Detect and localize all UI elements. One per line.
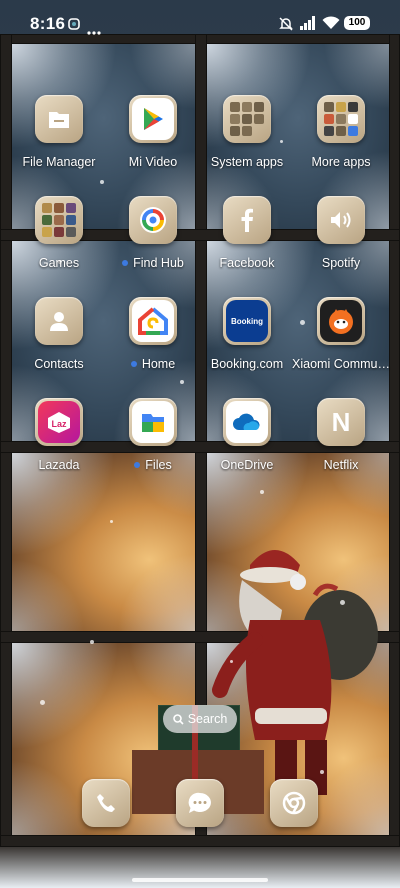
window-pane bbox=[12, 453, 195, 631]
app-label: Home bbox=[103, 357, 203, 371]
home-indicator[interactable] bbox=[132, 878, 268, 882]
new-install-dot bbox=[130, 361, 137, 367]
mute-icon bbox=[278, 16, 294, 37]
app-spotify[interactable]: Spotify bbox=[291, 196, 391, 270]
folder-system-apps[interactable]: System apps bbox=[197, 95, 297, 169]
xiaomi-community-icon bbox=[320, 300, 362, 342]
app-label: System apps bbox=[210, 155, 284, 169]
app-xiaomi-community[interactable]: Xiaomi Commu… bbox=[291, 297, 391, 371]
app-label: Netflix bbox=[323, 458, 359, 472]
mi-video-icon bbox=[132, 98, 174, 140]
app-notification-icon bbox=[68, 17, 80, 35]
search-label: Search bbox=[187, 712, 228, 726]
app-label: Contacts bbox=[34, 357, 84, 371]
google-home-icon bbox=[132, 300, 174, 342]
wifi-icon bbox=[322, 16, 340, 35]
app-mi-video[interactable]: Mi Video bbox=[103, 95, 203, 169]
app-lazada[interactable]: Laz Lazada bbox=[9, 398, 109, 472]
lazada-icon: Laz bbox=[38, 401, 80, 443]
app-label: Xiaomi Commu… bbox=[292, 357, 390, 371]
folder-icon bbox=[226, 98, 268, 140]
new-install-dot bbox=[134, 462, 141, 468]
app-label: Facebook bbox=[219, 256, 275, 270]
app-label: Spotify bbox=[321, 256, 361, 270]
dock-chrome[interactable] bbox=[270, 779, 318, 827]
app-label: Files bbox=[103, 458, 203, 472]
booking-icon: Booking bbox=[226, 300, 268, 342]
messages-icon bbox=[188, 792, 211, 813]
app-label: Booking.com bbox=[210, 357, 284, 371]
app-find-hub[interactable]: Find Hub bbox=[103, 196, 203, 270]
app-label: Find Hub bbox=[103, 256, 203, 270]
app-onedrive[interactable]: OneDrive bbox=[197, 398, 297, 472]
folder-icon bbox=[320, 98, 362, 140]
clock: 8:16 bbox=[30, 14, 66, 33]
contacts-icon bbox=[38, 300, 80, 342]
facebook-icon bbox=[226, 199, 268, 241]
app-files[interactable]: Files bbox=[103, 398, 203, 472]
app-label: File Manager bbox=[22, 155, 96, 169]
app-label: Mi Video bbox=[128, 155, 178, 169]
svg-text:Laz: Laz bbox=[51, 419, 67, 429]
search-icon bbox=[172, 713, 184, 725]
dock-messages[interactable] bbox=[176, 779, 224, 827]
status-bar: 8:16 100 bbox=[0, 0, 400, 48]
app-home[interactable]: Home bbox=[103, 297, 203, 371]
app-contacts[interactable]: Contacts bbox=[9, 297, 109, 371]
dock-phone[interactable] bbox=[82, 779, 130, 827]
app-label: Games bbox=[38, 256, 80, 270]
app-label: OneDrive bbox=[220, 458, 274, 472]
app-label: More apps bbox=[311, 155, 371, 169]
signal-icon bbox=[300, 16, 316, 35]
new-install-dot bbox=[122, 260, 129, 266]
spotify-icon bbox=[320, 199, 362, 241]
app-booking[interactable]: Booking Booking.com bbox=[197, 297, 297, 371]
app-label: Lazada bbox=[38, 458, 80, 472]
files-icon bbox=[132, 401, 174, 443]
folder-icon bbox=[38, 199, 80, 241]
search-button[interactable]: Search bbox=[163, 705, 237, 733]
folder-games[interactable]: Games bbox=[9, 196, 109, 270]
netflix-icon: N bbox=[331, 406, 351, 437]
chrome-icon bbox=[282, 791, 306, 815]
phone-icon bbox=[97, 794, 115, 812]
battery-icon: 100 bbox=[344, 16, 370, 30]
folder-more-apps[interactable]: More apps bbox=[291, 95, 391, 169]
more-dots-icon bbox=[87, 22, 101, 40]
app-facebook[interactable]: Facebook bbox=[197, 196, 297, 270]
find-hub-icon bbox=[132, 199, 174, 241]
file-manager-icon bbox=[38, 98, 80, 140]
onedrive-icon bbox=[226, 401, 268, 443]
app-file-manager[interactable]: File Manager bbox=[9, 95, 109, 169]
app-netflix[interactable]: N Netflix bbox=[291, 398, 391, 472]
